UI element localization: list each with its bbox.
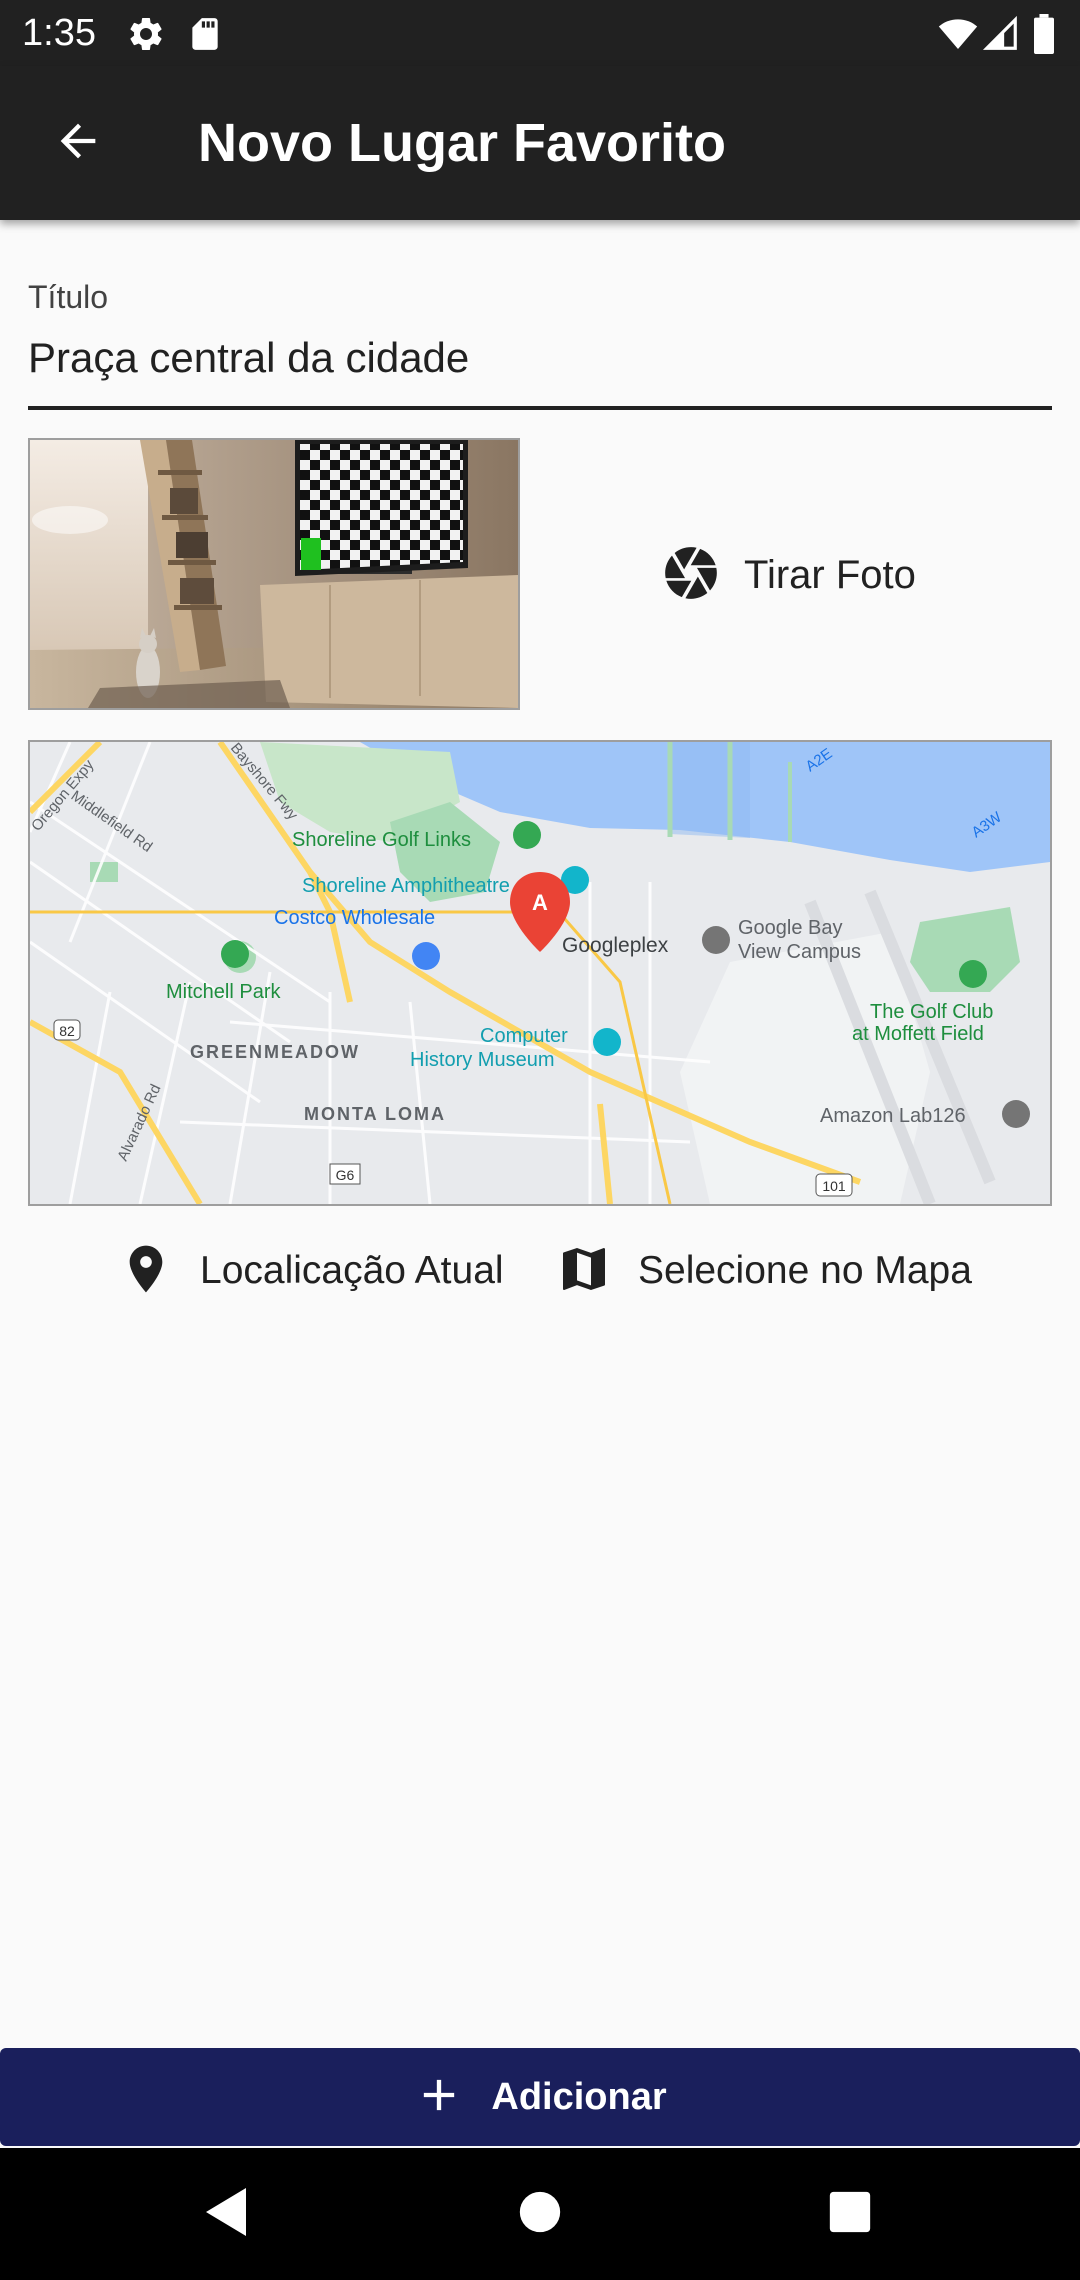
current-location-label: Localicação Atual [200,1249,504,1292]
photo-preview [28,438,520,710]
map-label-googleplex: Googleplex [562,934,669,957]
title-field-underline [28,406,1052,410]
status-time: 1:35 [22,12,96,54]
current-location-button[interactable]: Localicação Atual [118,1236,504,1306]
square-recents-icon [828,2190,872,2239]
status-bar: 1:35 [0,0,1080,66]
map-label-costco: Costco Wholesale [274,907,435,929]
title-input[interactable] [28,326,1052,390]
photo-image [30,440,518,708]
map-marker-label: A [532,890,548,915]
map-label-golf-club: The Golf Club [870,1001,993,1023]
take-photo-label: Tirar Foto [744,552,916,597]
map-label-google-bay: Google Bay [738,917,843,939]
map-label-monta-loma: MONTA LOMA [304,1104,446,1124]
triangle-back-icon [202,2186,250,2243]
sd-card-icon [186,14,224,59]
select-on-map-button[interactable]: Selecione no Mapa [556,1236,972,1306]
map-label-history-museum: History Museum [410,1049,554,1071]
add-button[interactable]: Adicionar [0,2048,1080,2146]
nav-back-button[interactable] [186,2174,266,2254]
map-label-greenmeadow: GREENMEADOW [190,1042,360,1062]
location-pin-icon [118,1241,174,1302]
back-button[interactable] [36,101,120,185]
arrow-back-icon [52,115,104,172]
page-title: Novo Lugar Favorito [198,113,727,173]
nav-home-button[interactable] [500,2174,580,2254]
nav-recents-button[interactable] [810,2174,890,2254]
map-label-shoreline-amph: Shoreline Amphitheatre [302,875,510,897]
map-label-shoreline-golf: Shoreline Golf Links [292,829,471,851]
title-field[interactable]: Título [28,270,1052,412]
select-on-map-label: Selecione no Mapa [638,1249,972,1292]
map-icon [556,1241,612,1302]
map-preview[interactable]: A 82 G6 101 Shoreline Golf Links Shoreli… [28,740,1052,1206]
map-image: A 82 G6 101 Shoreline Golf Links Shoreli… [30,742,1050,1204]
app-bar: Novo Lugar Favorito [0,66,1080,220]
signal-icon [982,14,1020,59]
gear-icon [126,14,166,59]
map-label-route-101: 101 [822,1178,846,1194]
navigation-bar [0,2148,1080,2280]
map-label-amazon: Amazon Lab126 [820,1105,966,1127]
add-button-label: Adicionar [491,2075,667,2118]
title-field-label: Título [28,279,109,315]
map-label-route-82: 82 [59,1023,75,1039]
camera-shutter-icon [660,542,722,609]
battery-icon [1032,14,1056,59]
map-label-moffett: at Moffett Field [852,1023,984,1045]
take-photo-button[interactable]: Tirar Foto [660,530,960,620]
circle-home-icon [518,2190,562,2239]
map-label-mitchell: Mitchell Park [166,981,281,1003]
map-label-g6: G6 [336,1167,355,1183]
plus-icon [413,2069,465,2126]
wifi-icon [938,14,978,59]
map-label-view-campus: View Campus [738,941,861,963]
map-label-computer: Computer [480,1025,568,1047]
